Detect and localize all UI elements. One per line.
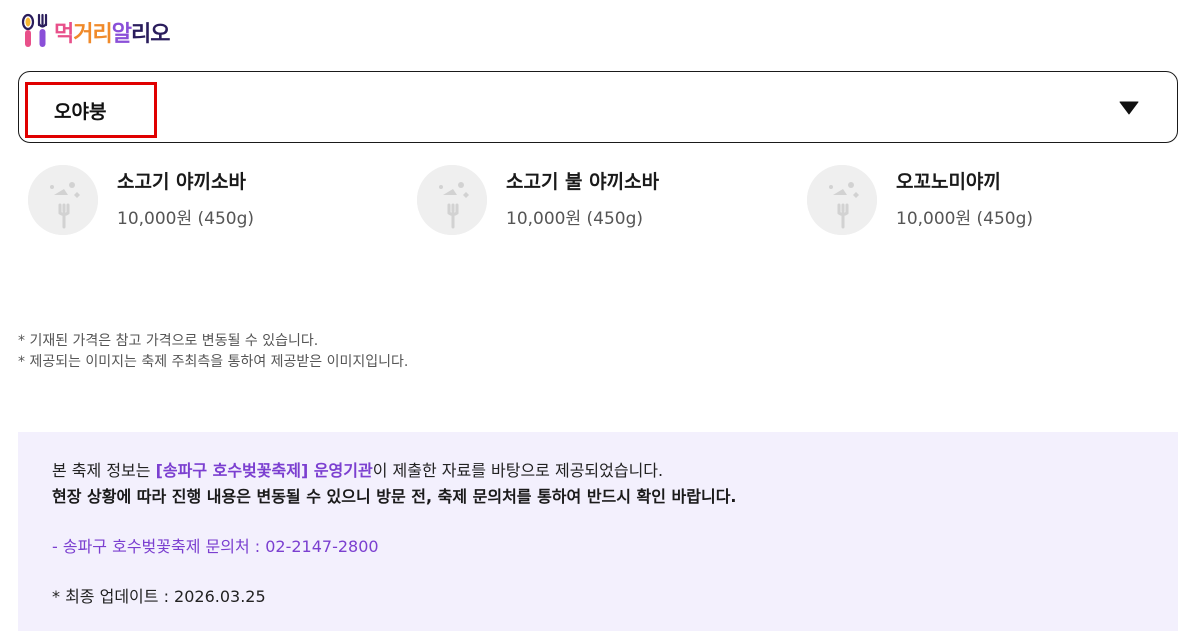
fork-spoon-icon[interactable] (20, 13, 52, 51)
info-contact[interactable]: - 송파구 호수벚꽃축제 문의처 : 02-2147-2800 (52, 534, 1144, 560)
info-source-line: 본 축제 정보는 [송파구 호수벚꽃축제] 운영기관이 제출한 자료를 바탕으로… (52, 458, 1144, 484)
logo-part-4: 리오 (130, 22, 170, 47)
menu-item-price: 10,000원 (450g) (117, 209, 255, 229)
info-last-updated: * 최종 업데이트 : 2026.03.25 (52, 587, 266, 606)
menu-item-price: 10,000원 (450g) (896, 209, 1034, 229)
app-header: 먹 거리 알 리오 (20, 12, 170, 52)
food-placeholder-icon (28, 165, 98, 235)
food-placeholder-icon (807, 165, 877, 235)
food-placeholder-icon (417, 165, 487, 235)
info-warning: 현장 상황에 따라 진행 내용은 변동될 수 있으니 방문 전, 축제 문의처를… (52, 487, 737, 506)
menu-item: 소고기 야끼소바 10,000원 (450g) (28, 163, 408, 243)
logo-part-1: 먹 (54, 22, 74, 47)
app-logo-text[interactable]: 먹 거리 알 리오 (54, 16, 170, 48)
festival-info-box: 본 축제 정보는 [송파구 호수벚꽃축제] 운영기관이 제출한 자료를 바탕으로… (18, 432, 1178, 631)
menu-item-name: 소고기 불 야끼소바 (506, 171, 660, 193)
info-prefix: 본 축제 정보는 (52, 461, 156, 480)
menu-item-name: 오꼬노미야끼 (896, 171, 1001, 193)
caret-down-icon[interactable] (1119, 100, 1139, 115)
image-note: * 제공되는 이미지는 축제 주최측을 통하여 제공받은 이미지입니다. (18, 354, 409, 370)
price-note: * 기재된 가격은 참고 가격으로 변동될 수 있습니다. (18, 333, 319, 349)
menu-item: 오꼬노미야끼 10,000원 (450g) (807, 163, 1183, 243)
info-organizer: [송파구 호수벚꽃축제] 운영기관 (155, 461, 373, 480)
info-suffix: 이 제출한 자료를 바탕으로 제공되었습니다. (372, 461, 664, 480)
menu-item: 소고기 불 야끼소바 10,000원 (450g) (417, 163, 797, 243)
vendor-select-dropdown[interactable]: 오야붕 (18, 71, 1178, 143)
selected-vendor-highlight: 오야붕 (25, 82, 157, 138)
menu-item-price: 10,000원 (450g) (506, 209, 644, 229)
selected-vendor-label: 오야붕 (54, 100, 107, 123)
price-notes: * 기재된 가격은 참고 가격으로 변동될 수 있습니다. * 제공되는 이미지… (18, 331, 408, 373)
menu-item-name: 소고기 야끼소바 (117, 171, 246, 193)
logo-part-3: 알 (111, 22, 132, 47)
logo-part-2: 거리 (73, 22, 112, 47)
